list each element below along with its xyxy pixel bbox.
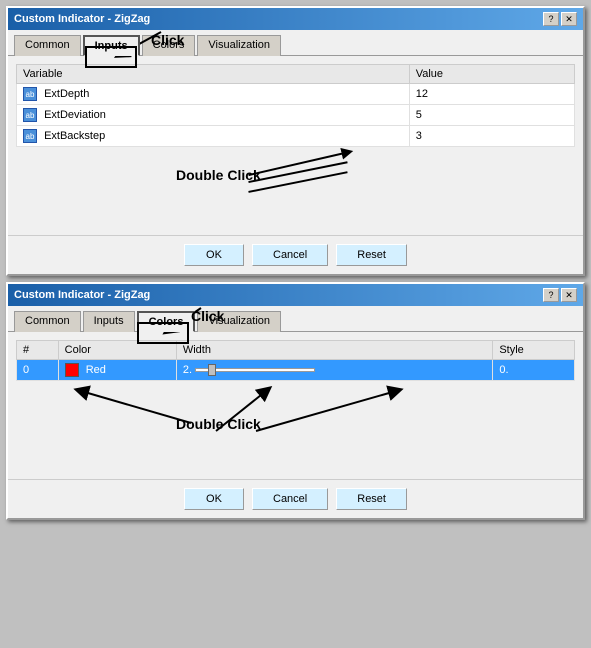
dialog1-footer: OK Cancel Reset	[8, 235, 583, 274]
reset-button-1[interactable]: Reset	[336, 244, 407, 266]
color-row-width: 2.	[176, 360, 492, 381]
row3-variable: ab ExtBackstep	[17, 126, 410, 147]
ok-button-2[interactable]: OK	[184, 488, 244, 510]
close-button-1[interactable]: ✕	[561, 12, 577, 26]
tab-visualization-1[interactable]: Visualization	[197, 35, 281, 56]
title-bar-2: Custom Indicator - ZigZag ? ✕	[8, 284, 583, 306]
dialog2-title: Custom Indicator - ZigZag	[14, 289, 150, 301]
help-button-2[interactable]: ?	[543, 288, 559, 302]
dialog2-footer: OK Cancel Reset	[8, 479, 583, 518]
annotation-area-1: Double Click	[16, 147, 575, 227]
ok-button-1[interactable]: OK	[184, 244, 244, 266]
table-row[interactable]: ab ExtBackstep 3	[17, 126, 575, 147]
tab-colors-1[interactable]: Colors	[142, 35, 196, 56]
tab-common-1[interactable]: Common	[14, 35, 81, 56]
tabs-bar-2: Common Inputs Colors Visualization	[8, 306, 583, 332]
tab-visualization-2[interactable]: Visualization	[197, 311, 281, 332]
tab-colors-2[interactable]: Colors	[137, 311, 196, 332]
cancel-button-2[interactable]: Cancel	[252, 488, 328, 510]
annotation-area-2: Double Click	[16, 381, 575, 471]
dialog1-content: Variable Value ab ExtDepth 12 ab	[8, 56, 583, 235]
dialog2-window: Custom Indicator - ZigZag ? ✕ Common Inp…	[6, 282, 585, 520]
tab-common-2[interactable]: Common	[14, 311, 81, 332]
arrows-1	[16, 147, 575, 227]
row1-value[interactable]: 12	[409, 84, 574, 105]
row1-variable: ab ExtDepth	[17, 84, 410, 105]
col-width: Width	[176, 341, 492, 360]
color-swatch	[65, 363, 79, 377]
col-variable: Variable	[17, 65, 410, 84]
row3-icon: ab	[23, 129, 37, 143]
dialog1-window: Custom Indicator - ZigZag ? ✕ Common Inp…	[6, 6, 585, 276]
double-click-label-2: Double Click	[176, 416, 261, 432]
row2-icon: ab	[23, 108, 37, 122]
table-row[interactable]: ab ExtDepth 12	[17, 84, 575, 105]
color-row-color: Red	[58, 360, 176, 381]
dialog2: Custom Indicator - ZigZag ? ✕ Common Inp…	[6, 282, 585, 520]
tab-inputs-2[interactable]: Inputs	[83, 311, 135, 332]
double-click-label-1: Double Click	[176, 167, 261, 183]
col-hash: #	[17, 341, 59, 360]
inputs-table: Variable Value ab ExtDepth 12 ab	[16, 64, 575, 147]
arrows-2	[16, 381, 575, 471]
color-row-style: 0.	[493, 360, 575, 381]
close-button-2[interactable]: ✕	[561, 288, 577, 302]
tab-inputs-1[interactable]: Inputs	[83, 35, 140, 56]
title-bar-buttons-2: ? ✕	[543, 288, 577, 302]
width-slider[interactable]	[195, 368, 315, 372]
colors-table: # Color Width Style 0 Red 2.	[16, 340, 575, 381]
dialog1: Custom Indicator - ZigZag ? ✕ Common Inp…	[6, 6, 585, 276]
row2-value[interactable]: 5	[409, 105, 574, 126]
dialog2-content: # Color Width Style 0 Red 2.	[8, 332, 583, 479]
title-bar-1: Custom Indicator - ZigZag ? ✕	[8, 8, 583, 30]
dialog1-title: Custom Indicator - ZigZag	[14, 13, 150, 25]
row1-icon: ab	[23, 87, 37, 101]
row2-variable: ab ExtDeviation	[17, 105, 410, 126]
title-bar-buttons-1: ? ✕	[543, 12, 577, 26]
help-button-1[interactable]: ?	[543, 12, 559, 26]
cancel-button-1[interactable]: Cancel	[252, 244, 328, 266]
slider-thumb	[208, 364, 216, 376]
row3-value[interactable]: 3	[409, 126, 574, 147]
col-style: Style	[493, 341, 575, 360]
tabs-bar-1: Common Inputs Colors Visualization	[8, 30, 583, 56]
col-value: Value	[409, 65, 574, 84]
col-color: Color	[58, 341, 176, 360]
colors-table-row[interactable]: 0 Red 2. 0.	[17, 360, 575, 381]
table-row[interactable]: ab ExtDeviation 5	[17, 105, 575, 126]
reset-button-2[interactable]: Reset	[336, 488, 407, 510]
color-row-index: 0	[17, 360, 59, 381]
